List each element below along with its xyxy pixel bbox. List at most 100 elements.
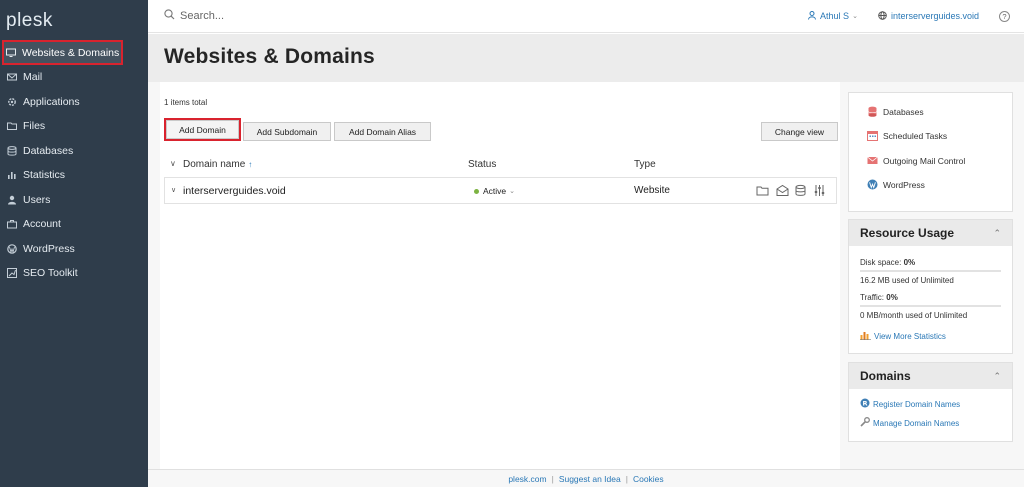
search-box bbox=[148, 9, 788, 23]
sidebar-item-users[interactable]: Users bbox=[0, 188, 148, 213]
database-icon[interactable] bbox=[794, 184, 808, 198]
footer-separator: | bbox=[551, 473, 554, 484]
sidebar-item-applications[interactable]: Applications bbox=[0, 90, 148, 115]
expand-all-icon[interactable]: ∨ bbox=[170, 159, 176, 168]
column-type: Type bbox=[634, 159, 656, 170]
disk-space-detail: 16.2 MB used of Unlimited bbox=[860, 276, 954, 285]
sidebar-item-websites-domains[interactable]: Websites & Domains bbox=[2, 40, 123, 65]
view-more-statistics-label: View More Statistics bbox=[874, 331, 946, 341]
register-domain-names-link[interactable]: R Register Domain Names bbox=[860, 398, 960, 410]
user-icon bbox=[7, 195, 17, 205]
sidebar-item-label: Users bbox=[23, 193, 51, 206]
sidebar-item-label: SEO Toolkit bbox=[23, 267, 78, 280]
column-label: Domain name bbox=[183, 159, 246, 170]
traffic-label: Traffic: bbox=[860, 293, 885, 302]
traffic-usage-bar bbox=[860, 305, 1001, 307]
mail-icon bbox=[867, 155, 878, 166]
svg-text:R: R bbox=[862, 399, 867, 407]
view-more-statistics-link[interactable]: View More Statistics bbox=[860, 330, 946, 342]
change-view-button[interactable]: Change view bbox=[761, 122, 838, 141]
footer-link-suggest-idea[interactable]: Suggest an Idea bbox=[559, 474, 621, 484]
table-row[interactable]: ∨ interserverguides.void Active ⌄ Websit… bbox=[164, 177, 837, 204]
chevron-down-icon[interactable]: ∨ bbox=[171, 186, 176, 194]
wordpress-icon bbox=[867, 179, 878, 190]
registered-icon: R bbox=[860, 398, 870, 410]
add-subdomain-button[interactable]: Add Subdomain bbox=[243, 122, 331, 141]
sidebar-item-mail[interactable]: Mail bbox=[0, 65, 148, 90]
sidebar-item-label: WordPress bbox=[23, 242, 75, 255]
database-icon bbox=[7, 145, 17, 156]
wordpress-icon bbox=[7, 243, 17, 254]
help-icon[interactable]: ? bbox=[999, 10, 1010, 22]
page-header: Websites & Domains bbox=[148, 34, 1024, 82]
statistics-icon bbox=[7, 170, 17, 180]
footer-link-plesk[interactable]: plesk.com bbox=[508, 474, 546, 484]
user-menu[interactable]: Athul S ⌄ bbox=[808, 10, 858, 22]
domain-name[interactable]: interserverguides.void bbox=[183, 185, 286, 197]
quick-link-label: Databases bbox=[883, 106, 924, 117]
settings-sliders-icon[interactable] bbox=[813, 184, 827, 198]
sort-up-icon: ↑ bbox=[248, 160, 253, 169]
disk-space-value: 0% bbox=[903, 258, 916, 267]
search-icon bbox=[164, 9, 175, 23]
sidebar-item-statistics[interactable]: Statistics bbox=[0, 163, 148, 188]
disk-space-label: Disk space: bbox=[860, 258, 902, 267]
footer-link-cookies[interactable]: Cookies bbox=[633, 474, 664, 484]
sidebar-item-label: Websites & Domains bbox=[22, 46, 120, 59]
quick-link-databases[interactable]: Databases bbox=[867, 106, 924, 117]
gear-icon bbox=[7, 97, 17, 107]
chevron-up-icon[interactable]: ⌃ bbox=[993, 228, 1001, 239]
domains-list: 1 items total Add Domain Add Subdomain A… bbox=[160, 82, 840, 469]
quick-link-scheduled-tasks[interactable]: Scheduled Tasks bbox=[867, 130, 947, 141]
resource-usage-header[interactable]: Resource Usage ⌃ bbox=[849, 220, 1012, 246]
add-domain-alias-button[interactable]: Add Domain Alias bbox=[334, 122, 431, 141]
column-domain-name[interactable]: Domain name ↑ bbox=[183, 159, 252, 170]
quick-link-label: Outgoing Mail Control bbox=[883, 155, 966, 166]
manage-domain-names-link[interactable]: Manage Domain Names bbox=[860, 417, 959, 429]
sidebar-item-label: Statistics bbox=[23, 169, 66, 182]
sidebar-item-label: Applications bbox=[23, 95, 80, 108]
traffic-value: 0% bbox=[886, 293, 898, 302]
bar-chart-icon bbox=[860, 330, 871, 342]
domain-type: Website bbox=[634, 185, 670, 196]
main-area: 1 items total Add Domain Add Subdomain A… bbox=[148, 82, 1024, 469]
subscription-selector[interactable]: interserverguides.void bbox=[878, 10, 979, 22]
sidebar-item-label: Mail bbox=[23, 71, 43, 84]
quick-links-panel: Databases Scheduled Tasks Outgoing Mail … bbox=[848, 92, 1013, 212]
resource-usage-panel: Resource Usage ⌃ Disk space: 0% 16.2 MB … bbox=[848, 219, 1013, 354]
manage-domain-names-label: Manage Domain Names bbox=[873, 418, 960, 428]
quick-link-outgoing-mail-control[interactable]: Outgoing Mail Control bbox=[867, 155, 965, 166]
subscription-name: interserverguides.void bbox=[890, 11, 979, 21]
footer: plesk.com | Suggest an Idea | Cookies bbox=[148, 469, 1024, 487]
disk-usage-bar bbox=[860, 270, 1001, 272]
panel-title: Domains bbox=[860, 369, 911, 383]
sidebar-item-wordpress[interactable]: WordPress bbox=[0, 237, 148, 262]
mail-icon[interactable] bbox=[776, 184, 790, 198]
sidebar-item-files[interactable]: Files bbox=[0, 114, 148, 139]
domains-panel-header[interactable]: Domains ⌃ bbox=[849, 363, 1012, 389]
sidebar-item-databases[interactable]: Databases bbox=[0, 139, 148, 164]
register-domain-names-label: Register Domain Names bbox=[873, 399, 961, 409]
footer-separator: | bbox=[625, 473, 628, 484]
page-title: Websites & Domains bbox=[164, 45, 375, 68]
sidebar-item-account[interactable]: Account bbox=[0, 212, 148, 237]
database-icon bbox=[867, 106, 878, 117]
plesk-logo[interactable]: plesk bbox=[0, 0, 148, 40]
status-dropdown[interactable]: Active ⌄ bbox=[474, 186, 515, 196]
monitor-icon bbox=[6, 48, 16, 58]
mail-icon bbox=[7, 72, 17, 82]
chevron-up-icon[interactable]: ⌃ bbox=[993, 371, 1001, 382]
items-total: 1 items total bbox=[164, 98, 208, 107]
sidebar-item-label: Account bbox=[23, 218, 61, 231]
top-bar: Athul S ⌄ interserverguides.void ? bbox=[148, 0, 1024, 33]
add-domain-button[interactable]: Add Domain bbox=[164, 118, 241, 141]
sidebar-nav: Websites & Domains Mail Applications Fil… bbox=[0, 40, 148, 286]
quick-link-wordpress[interactable]: WordPress bbox=[867, 179, 925, 190]
calendar-icon bbox=[867, 130, 878, 141]
folder-icon[interactable] bbox=[756, 184, 770, 198]
quick-link-label: Scheduled Tasks bbox=[883, 130, 948, 141]
sidebar-item-label: Databases bbox=[23, 144, 74, 157]
sidebar-item-seo-toolkit[interactable]: SEO Toolkit bbox=[0, 261, 148, 286]
search-input[interactable] bbox=[175, 10, 475, 22]
globe-icon bbox=[878, 10, 887, 22]
